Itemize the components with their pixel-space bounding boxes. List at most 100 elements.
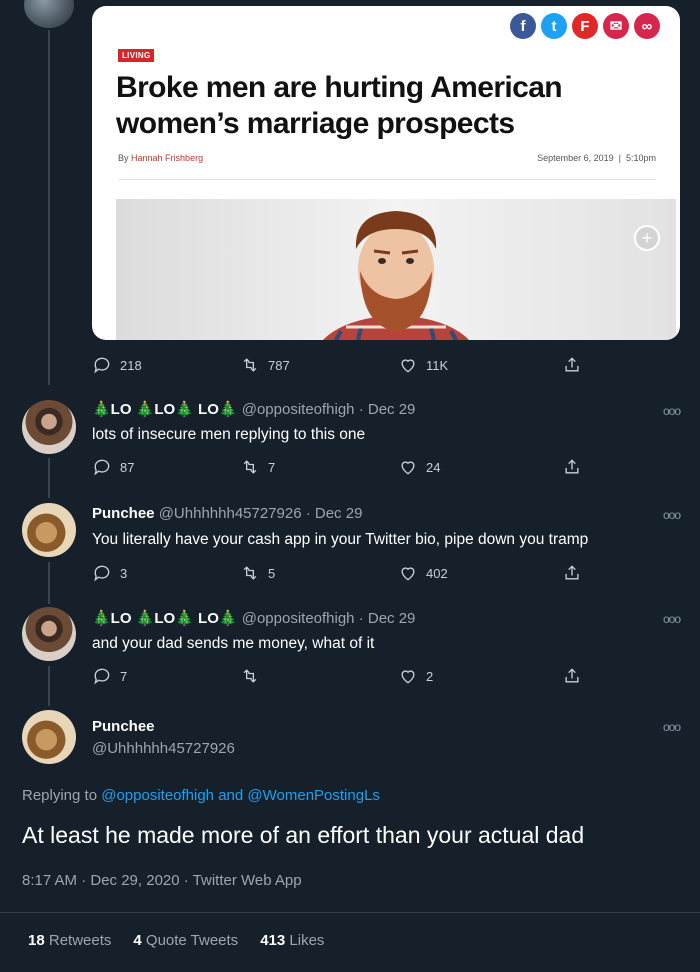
share-icon bbox=[565, 668, 579, 683]
thread-line bbox=[48, 458, 50, 498]
date: September 6, 2019 bbox=[537, 153, 614, 163]
retweet-icon bbox=[243, 669, 257, 683]
reply-button[interactable]: 7 bbox=[92, 666, 127, 686]
like-count: 24 bbox=[426, 459, 441, 475]
article-headline[interactable]: Broke men are hurting American women’s m… bbox=[116, 70, 676, 142]
avatar[interactable] bbox=[24, 0, 74, 28]
replying-and: and bbox=[218, 787, 244, 804]
tweet-stats: 18 Retweets 4 Quote Tweets 413 Likes bbox=[28, 932, 324, 949]
likes-stat[interactable]: 413 Likes bbox=[260, 932, 324, 949]
tweet-text: You literally have your cash app in your… bbox=[92, 531, 589, 548]
handle[interactable]: @Uhhhhhh45727926 · Dec 29 bbox=[159, 505, 363, 522]
more-icon[interactable]: ooo bbox=[663, 612, 681, 626]
avatar[interactable] bbox=[22, 607, 76, 661]
retweet-button[interactable] bbox=[240, 666, 268, 686]
byline: By Hannah Frishberg bbox=[118, 153, 203, 163]
heart-icon bbox=[401, 359, 415, 373]
avatar[interactable] bbox=[22, 503, 76, 557]
reply-count: 218 bbox=[120, 357, 142, 373]
share-button[interactable] bbox=[562, 666, 582, 686]
tweet-meta[interactable]: 8:17 AM · Dec 29, 2020 · Twitter Web App bbox=[22, 872, 302, 889]
like-button[interactable]: 24 bbox=[398, 457, 440, 477]
share-icon bbox=[565, 565, 579, 580]
reply-icon bbox=[94, 459, 110, 476]
retweet-button[interactable]: 7 bbox=[240, 457, 275, 477]
author-link[interactable]: Hannah Frishberg bbox=[131, 153, 203, 163]
like-count: 11K bbox=[426, 357, 449, 373]
section-tag[interactable]: LIVING bbox=[118, 49, 155, 62]
mention-link[interactable]: @WomenPostingLs bbox=[247, 787, 380, 804]
flipboard-icon[interactable]: F bbox=[572, 13, 598, 39]
retweets-label: Retweets bbox=[48, 932, 112, 949]
divider bbox=[118, 179, 656, 180]
tweet-actions: 3 5 402 bbox=[92, 563, 592, 585]
like-count: 2 bbox=[426, 668, 434, 684]
retweet-icon bbox=[243, 460, 257, 474]
tweet-header: 🎄LO 🎄LO🎄 LO🎄 @oppositeofhigh · Dec 29 bbox=[92, 400, 415, 418]
like-count: 402 bbox=[426, 565, 448, 581]
display-name[interactable]: Punchee bbox=[92, 505, 155, 522]
tweet-text: and your dad sends me money, what of it bbox=[92, 635, 375, 652]
tweet-actions: 7 2 bbox=[92, 666, 592, 688]
reply-count: 7 bbox=[120, 668, 128, 684]
heart-icon bbox=[401, 461, 415, 475]
retweet-count: 787 bbox=[268, 357, 290, 373]
handle[interactable]: @Uhhhhhh45727926 bbox=[92, 740, 235, 757]
tweet-text: At least he made more of an effort than … bbox=[22, 822, 585, 848]
avatar[interactable] bbox=[22, 710, 76, 764]
more-icon[interactable]: ooo bbox=[663, 720, 681, 734]
tweet-header: Punchee @Uhhhhhh45727926 · Dec 29 bbox=[92, 505, 362, 522]
more-icon[interactable]: ooo bbox=[663, 404, 681, 418]
reply-count: 87 bbox=[120, 459, 135, 475]
quotes-count: 4 bbox=[133, 932, 142, 949]
link-icon[interactable]: ∞ bbox=[634, 13, 660, 39]
display-name[interactable]: 🎄LO 🎄LO🎄 LO🎄 bbox=[92, 610, 238, 627]
reply-button[interactable]: 3 bbox=[92, 563, 127, 583]
retweet-count: 7 bbox=[268, 459, 276, 475]
quote-tweets-stat[interactable]: 4 Quote Tweets bbox=[133, 932, 238, 949]
display-name[interactable]: 🎄LO 🎄LO🎄 LO🎄 bbox=[92, 401, 238, 418]
tweet-text: lots of insecure men replying to this on… bbox=[92, 426, 366, 443]
expand-icon[interactable]: + bbox=[634, 225, 660, 251]
retweet-button[interactable]: 787 bbox=[240, 355, 290, 375]
share-button[interactable] bbox=[562, 563, 582, 583]
twitter-icon[interactable]: t bbox=[541, 13, 567, 39]
reply-icon bbox=[94, 357, 110, 374]
retweet-icon bbox=[243, 358, 257, 372]
mention-link[interactable]: @oppositeofhigh bbox=[101, 787, 214, 804]
reply-button[interactable]: 218 bbox=[92, 355, 142, 375]
handle[interactable]: @oppositeofhigh · Dec 29 bbox=[242, 610, 416, 627]
avatar[interactable] bbox=[22, 400, 76, 454]
more-icon[interactable]: ooo bbox=[663, 508, 681, 522]
man-portrait-image bbox=[323, 211, 469, 340]
like-button[interactable]: 11K bbox=[398, 355, 448, 375]
like-button[interactable]: 402 bbox=[398, 563, 448, 583]
retweet-count: 5 bbox=[268, 565, 276, 581]
reply-button[interactable]: 87 bbox=[92, 457, 134, 477]
tweet-header: 🎄LO 🎄LO🎄 LO🎄 @oppositeofhigh · Dec 29 bbox=[92, 609, 415, 627]
byline-prefix: By bbox=[118, 153, 129, 163]
like-button[interactable]: 2 bbox=[398, 666, 433, 686]
article-date: September 6, 2019 | 5:10pm bbox=[537, 153, 656, 163]
handle[interactable]: @oppositeofhigh · Dec 29 bbox=[242, 401, 416, 418]
likes-count: 413 bbox=[260, 932, 286, 949]
replying-prefix: Replying to bbox=[22, 787, 98, 804]
reply-icon bbox=[94, 668, 110, 685]
retweets-stat[interactable]: 18 Retweets bbox=[28, 932, 111, 949]
article-photo[interactable]: + bbox=[116, 199, 676, 340]
share-button[interactable] bbox=[562, 457, 582, 477]
tweet-actions: 87 7 24 bbox=[92, 457, 592, 479]
email-icon[interactable]: ✉ bbox=[603, 13, 629, 39]
heart-icon bbox=[401, 670, 415, 684]
retweet-button[interactable]: 5 bbox=[240, 563, 275, 583]
likes-label: Likes bbox=[289, 932, 325, 949]
share-button[interactable] bbox=[562, 355, 582, 375]
time: 5:10pm bbox=[625, 153, 656, 163]
reply-icon bbox=[94, 565, 110, 582]
display-name[interactable]: Punchee bbox=[92, 718, 155, 735]
article-card[interactable]: f t F ✉ ∞ LIVING Broke men are hurting A… bbox=[92, 6, 680, 340]
thread-line bbox=[48, 666, 50, 706]
tweet-actions: 218 787 11K bbox=[92, 355, 592, 377]
quotes-label: Quote Tweets bbox=[145, 932, 239, 949]
facebook-icon[interactable]: f bbox=[510, 13, 536, 39]
